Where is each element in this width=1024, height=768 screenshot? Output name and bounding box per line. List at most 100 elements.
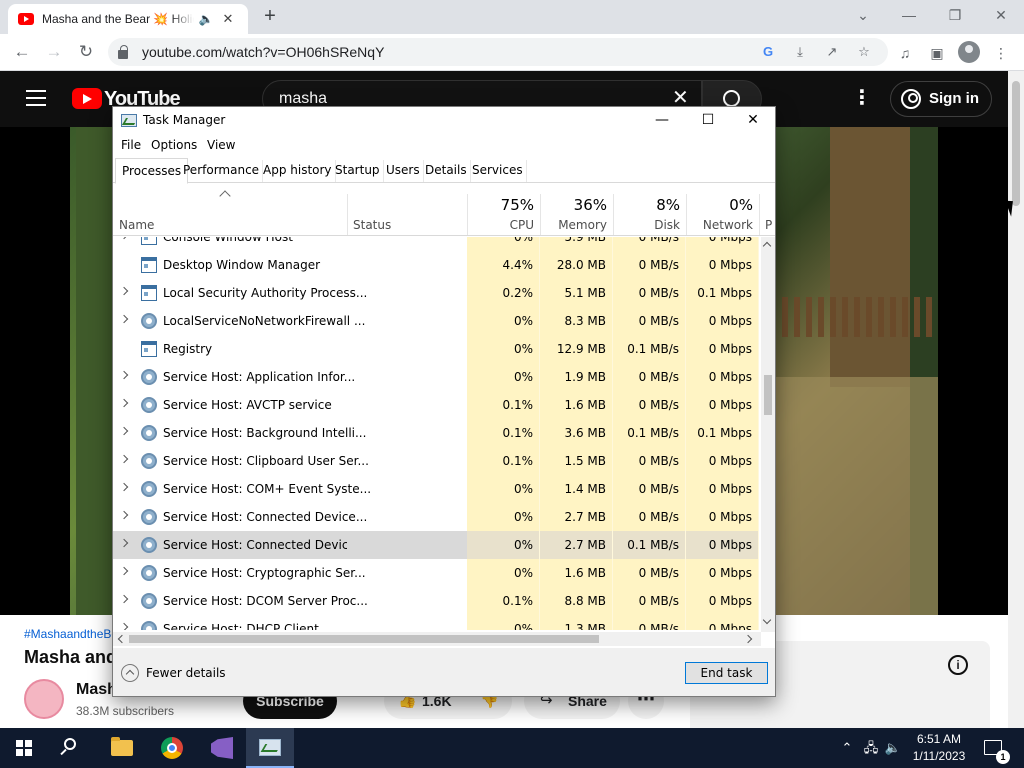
menu-options[interactable]: Options [151, 138, 197, 152]
scroll-up-icon[interactable] [762, 241, 772, 251]
reload-button[interactable]: ↻ [74, 40, 98, 64]
tm-close-button[interactable]: ✕ [730, 107, 776, 135]
back-button[interactable]: ← [10, 40, 34, 64]
chevron-right-icon[interactable] [119, 594, 129, 604]
taskbar-chrome[interactable] [148, 728, 196, 768]
process-row[interactable]: Service Host: Connected Device... 0% 2.7 M… [113, 503, 761, 531]
hamburger-menu-icon[interactable] [26, 90, 46, 106]
task-manager-titlebar[interactable]: Task Manager — ☐ ✕ [113, 107, 775, 135]
info-icon[interactable]: i [948, 655, 968, 675]
chevron-right-icon[interactable] [119, 314, 129, 324]
media-controls-icon[interactable]: ♫ [894, 42, 916, 64]
sign-in-button[interactable]: Sign in [890, 81, 992, 117]
taskbar-visual-studio[interactable] [198, 728, 246, 768]
youtube-logo-icon[interactable] [72, 88, 102, 109]
scroll-right-icon[interactable] [743, 634, 753, 644]
column-status[interactable]: Status [347, 184, 467, 235]
share-page-icon[interactable]: ↗ [822, 42, 842, 62]
process-list-hscrollbar[interactable] [113, 632, 761, 646]
column-memory[interactable]: 36% Memory [540, 184, 613, 235]
window-restore-button[interactable]: ❐ [932, 4, 978, 26]
browser-tab[interactable]: Masha and the Bear 💥 Holiday 🔈 ✕ [8, 4, 248, 34]
clock-date[interactable]: 1/11/2023 [906, 749, 972, 763]
taskbar-search-button[interactable] [48, 728, 96, 768]
process-row[interactable]: Console Window Host 0% 5.9 MB 0 MB/s 0 Mbps [113, 237, 761, 251]
tab-audio-icon[interactable]: 🔈 [198, 12, 214, 26]
column-disk[interactable]: 8% Disk [613, 184, 686, 235]
tray-overflow-chevron-icon[interactable]: ⌃ [838, 740, 856, 756]
chevron-right-icon[interactable] [119, 286, 129, 296]
column-network[interactable]: 0% Network [686, 184, 759, 235]
tm-maximize-button[interactable]: ☐ [685, 107, 731, 135]
chevron-right-icon[interactable] [119, 454, 129, 464]
window-minimize-button[interactable]: — [886, 4, 932, 26]
process-list-vscrollbar[interactable] [761, 237, 775, 632]
url-text[interactable]: youtube.com/watch?v=OH06hSReNqY [142, 44, 384, 60]
forward-button[interactable]: → [42, 40, 66, 64]
new-tab-button[interactable]: + [258, 6, 282, 28]
chevron-right-icon[interactable] [119, 538, 129, 548]
page-scrollbar-thumb[interactable] [1012, 81, 1020, 206]
process-row[interactable]: Registry 0% 12.9 MB 0.1 MB/s 0 Mbps [113, 335, 761, 363]
settings-menu-icon[interactable]: ⋮ [852, 87, 872, 109]
install-app-icon[interactable]: ⤓ [790, 42, 810, 62]
google-translate-icon[interactable]: G [758, 42, 778, 62]
taskbar-task-manager[interactable] [246, 728, 294, 768]
chevron-right-icon[interactable] [119, 237, 129, 240]
tab-services[interactable]: Services [469, 160, 527, 182]
process-row[interactable]: Service Host: Cryptographic Ser... 0% 1.6 … [113, 559, 761, 587]
scroll-down-icon[interactable] [762, 615, 772, 625]
menu-view[interactable]: View [207, 138, 235, 152]
tab-close-icon[interactable]: ✕ [220, 11, 236, 27]
end-task-button[interactable]: End task [685, 662, 768, 684]
process-row[interactable]: Service Host: Application Infor... 0% 1.9 … [113, 363, 761, 391]
chevron-up-icon[interactable] [121, 664, 139, 682]
process-row[interactable]: Service Host: DHCP Client 0% 1.3 MB 0 MB/s 0… [113, 615, 761, 630]
search-clear-icon[interactable]: ✕ [672, 88, 689, 108]
tab-processes[interactable]: Processes [115, 158, 189, 184]
process-row[interactable]: Desktop Window Manager 4.4% 28.0 MB 0 MB/s 0… [113, 251, 761, 279]
tm-minimize-button[interactable]: — [639, 107, 685, 135]
taskbar-file-explorer[interactable] [98, 728, 146, 768]
tab-search-icon[interactable]: ⌄ [840, 4, 886, 26]
tab-app-history[interactable]: App history [260, 160, 336, 182]
fewer-details-link[interactable]: Fewer details [146, 666, 226, 680]
process-row[interactable]: Service Host: DCOM Server Proc... 0.1% 8.8… [113, 587, 761, 615]
side-panel-icon[interactable]: ▣ [926, 42, 948, 64]
process-row[interactable]: Service Host: Background Intelli... 0.1% 3… [113, 419, 761, 447]
tab-users[interactable]: Users [383, 160, 424, 182]
window-close-button[interactable]: ✕ [978, 4, 1024, 26]
process-row[interactable]: Service Host: Clipboard User Ser... 0.1% 1… [113, 447, 761, 475]
profile-avatar-icon[interactable] [958, 41, 980, 63]
chevron-right-icon[interactable] [119, 510, 129, 520]
channel-avatar[interactable] [24, 679, 64, 719]
bookmark-star-icon[interactable]: ☆ [854, 42, 874, 62]
process-row[interactable]: Local Security Authority Process... 0.2% 5… [113, 279, 761, 307]
start-button[interactable] [0, 728, 48, 768]
chrome-menu-icon[interactable]: ⋮ [990, 42, 1012, 64]
chevron-right-icon[interactable] [119, 398, 129, 408]
clock-time[interactable]: 6:51 AM [906, 732, 972, 746]
process-row[interactable]: Service Host: Connected Device... 0% 2.7 M… [113, 531, 761, 559]
volume-icon[interactable]: 🔈 [884, 740, 902, 756]
chevron-right-icon[interactable] [119, 566, 129, 576]
chevron-right-icon[interactable] [119, 482, 129, 492]
chevron-right-icon[interactable] [119, 622, 129, 630]
process-row[interactable]: Service Host: COM+ Event Syste... 0% 1.4 M… [113, 475, 761, 503]
chevron-right-icon[interactable] [119, 426, 129, 436]
hscrollbar-thumb[interactable] [129, 635, 599, 643]
tab-details[interactable]: Details [422, 160, 471, 182]
process-row[interactable]: LocalServiceNoNetworkFirewall ... 0% 8.3 M… [113, 307, 761, 335]
process-row[interactable]: Service Host: AVCTP service 0.1% 1.6 MB 0 M… [113, 391, 761, 419]
column-power[interactable]: P [759, 184, 775, 235]
address-bar[interactable]: youtube.com/watch?v=OH06hSReNqY G ⤓ ↗ ☆ [108, 38, 888, 66]
lock-icon[interactable] [118, 44, 128, 59]
column-cpu[interactable]: 75% CPU [467, 184, 540, 235]
menu-file[interactable]: File [121, 138, 141, 152]
chevron-right-icon[interactable] [119, 370, 129, 380]
column-name[interactable]: Name [113, 184, 347, 235]
vscrollbar-thumb[interactable] [764, 375, 772, 415]
tab-startup[interactable]: Startup [332, 160, 384, 182]
scroll-left-icon[interactable] [117, 634, 127, 644]
network-icon[interactable]: 🖧 [862, 740, 880, 756]
